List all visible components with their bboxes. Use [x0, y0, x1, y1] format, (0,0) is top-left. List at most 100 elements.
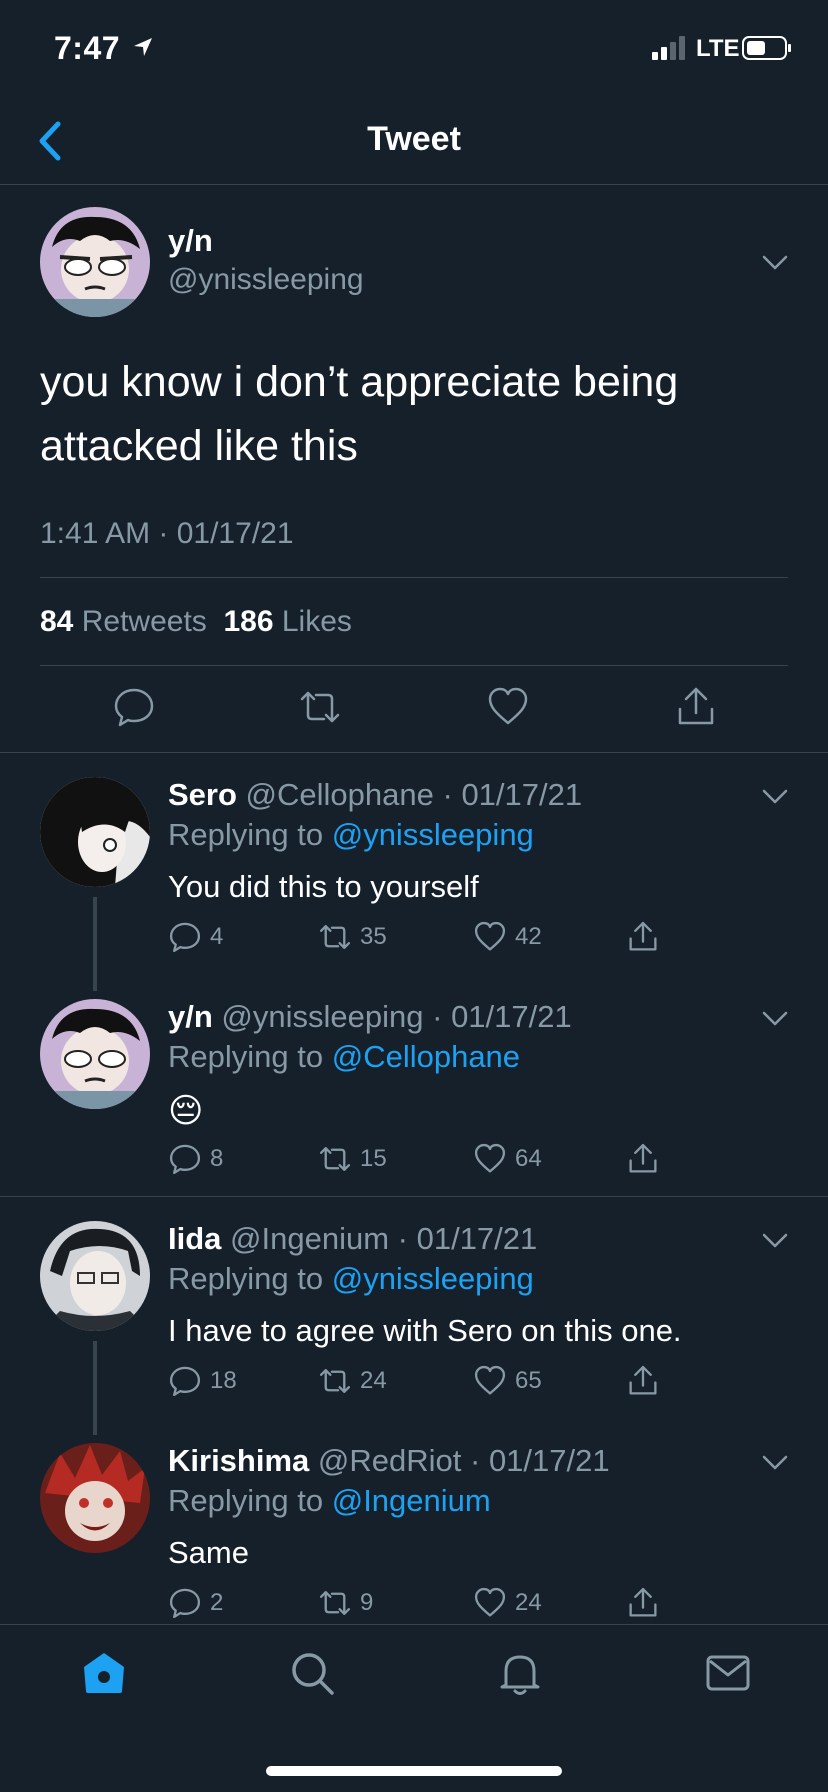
notifications-icon[interactable] [496, 1649, 544, 1697]
reply-date: 01/17/21 [461, 777, 583, 812]
status-bar: 7:47 LTE [0, 0, 828, 100]
avatar-image [40, 1443, 150, 1553]
author-name[interactable]: Iida [168, 1221, 221, 1256]
reply-tweet[interactable]: y/n @ynissleeping · 01/17/21 Replying to… [0, 999, 828, 1189]
author-name[interactable]: y/n [168, 999, 213, 1034]
cellular-signal-icon [652, 36, 685, 60]
reply-count: 8 [210, 1145, 224, 1172]
like-icon [474, 1143, 506, 1173]
replying-to-link[interactable]: @ynissleeping [332, 1261, 534, 1296]
reply-button[interactable]: 8 [168, 1141, 223, 1177]
like-icon [474, 921, 506, 951]
reply-text: 😔 [168, 1092, 204, 1130]
share-icon [629, 921, 657, 951]
retweet-count: 24 [360, 1367, 387, 1394]
like-button[interactable]: 64 [473, 1141, 542, 1177]
reply-count: 4 [210, 923, 224, 950]
search-icon[interactable] [288, 1649, 336, 1697]
chevron-down-icon[interactable] [762, 255, 788, 271]
replying-to-link[interactable]: @ynissleeping [332, 817, 534, 852]
avatar[interactable] [40, 999, 150, 1109]
reply-header: Kirishima @RedRiot · 01/17/21 [168, 1443, 610, 1478]
main-tweet: y/n @ynissleeping you know i don’t appre… [0, 185, 828, 753]
page-title: Tweet [367, 120, 461, 158]
avatar[interactable] [40, 1221, 150, 1331]
retweet-icon[interactable] [298, 685, 342, 729]
reply-text: Same [168, 1535, 249, 1570]
replying-to: Replying to @Ingenium [168, 1483, 491, 1519]
author-handle[interactable]: @RedRiot [318, 1443, 461, 1478]
messages-icon[interactable] [704, 1649, 752, 1697]
network-type: LTE [696, 35, 740, 62]
retweet-button[interactable]: 15 [318, 1141, 387, 1177]
reply-header: y/n @ynissleeping · 01/17/21 [168, 999, 572, 1034]
reply-count: 18 [210, 1367, 237, 1394]
retweet-icon [319, 1369, 351, 1393]
share-icon [629, 1587, 657, 1617]
retweet-icon [319, 1147, 351, 1171]
author-handle[interactable]: @ynissleeping [168, 263, 364, 297]
reply-text: You did this to yourself [168, 869, 479, 904]
avatar[interactable] [40, 1443, 150, 1553]
share-button[interactable] [626, 1585, 660, 1621]
like-button[interactable]: 24 [473, 1585, 542, 1621]
share-button[interactable] [626, 1141, 660, 1177]
author-handle[interactable]: @ynissleeping [221, 999, 423, 1034]
reply-button[interactable]: 4 [168, 919, 223, 955]
retweets-label[interactable]: Retweets [82, 605, 207, 638]
author-handle[interactable]: @Cellophane [246, 777, 434, 812]
nav-bar: Tweet [0, 100, 828, 185]
retweet-button[interactable]: 35 [318, 919, 387, 955]
retweet-count: 35 [360, 923, 387, 950]
location-arrow-icon [134, 38, 152, 56]
reply-tweet[interactable]: Kirishima @RedRiot · 01/17/21 Replying t… [0, 1443, 828, 1623]
avatar[interactable] [40, 777, 150, 887]
share-button[interactable] [626, 1363, 660, 1399]
reply-tweet[interactable]: Iida @Ingenium · 01/17/21 Replying to @y… [0, 1221, 828, 1431]
avatar-image [40, 999, 150, 1109]
replying-to: Replying to @ynissleeping [168, 1261, 534, 1297]
author-handle[interactable]: @Ingenium [230, 1221, 389, 1256]
likes-label[interactable]: Likes [282, 605, 352, 638]
replying-to: Replying to @Cellophane [168, 1039, 520, 1075]
retweet-icon [319, 1591, 351, 1615]
avatar-image [40, 777, 150, 887]
like-icon[interactable] [486, 685, 530, 729]
author-name[interactable]: y/n [168, 223, 213, 259]
chevron-down-icon[interactable] [762, 789, 788, 805]
home-indicator[interactable] [266, 1766, 562, 1776]
reply-icon[interactable] [112, 685, 156, 729]
share-button[interactable] [626, 919, 660, 955]
like-button[interactable]: 65 [473, 1363, 542, 1399]
reply-icon [169, 1366, 201, 1397]
reply-count: 2 [210, 1589, 224, 1616]
retweets-count[interactable]: 84 [40, 605, 73, 638]
reply-button[interactable]: 2 [168, 1585, 223, 1621]
author-name[interactable]: Sero [168, 777, 237, 812]
likes-count[interactable]: 186 [223, 605, 273, 638]
chevron-down-icon[interactable] [762, 1011, 788, 1027]
avatar-image [40, 1221, 150, 1331]
like-button[interactable]: 42 [473, 919, 542, 955]
share-icon [629, 1365, 657, 1395]
retweet-button[interactable]: 24 [318, 1363, 387, 1399]
reply-tweet[interactable]: Sero @Cellophane · 01/17/21 Replying to … [0, 777, 828, 987]
avatar[interactable] [40, 207, 150, 317]
chevron-down-icon[interactable] [762, 1455, 788, 1471]
like-count: 42 [515, 923, 542, 950]
chevron-down-icon[interactable] [762, 1233, 788, 1249]
reply-button[interactable]: 18 [168, 1363, 237, 1399]
replying-to-link[interactable]: @Cellophane [332, 1039, 520, 1074]
home-icon[interactable] [80, 1649, 128, 1697]
like-icon [474, 1587, 506, 1617]
tweet-text: you know i don’t appreciate being attack… [40, 358, 679, 470]
retweet-count: 15 [360, 1145, 387, 1172]
retweet-button[interactable]: 9 [318, 1585, 373, 1621]
replying-to-link[interactable]: @Ingenium [332, 1483, 491, 1518]
author-name[interactable]: Kirishima [168, 1443, 309, 1478]
thread-line [93, 897, 97, 991]
reply-actions: 4 35 42 [168, 919, 668, 959]
divider [0, 1196, 828, 1197]
share-icon[interactable] [674, 685, 718, 729]
reply-actions: 8 15 64 [168, 1141, 668, 1181]
